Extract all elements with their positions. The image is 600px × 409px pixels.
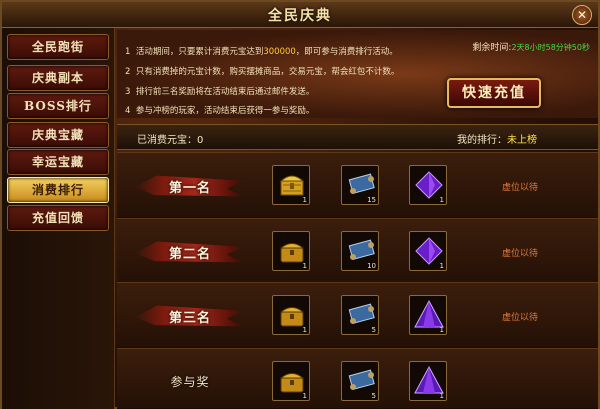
rank-label: 第一名 — [168, 181, 211, 196]
purple-prism-icon[interactable]: 1 — [409, 361, 447, 401]
treasure-chest-icon[interactable]: 1 — [272, 361, 310, 401]
consumed-gold: 已消费元宝：0 — [137, 135, 204, 146]
purple-crystal-icon[interactable]: 1 — [409, 231, 447, 271]
sidebar-item-label: 庆典宝藏 — [31, 128, 84, 142]
sidebar-item-label: BOSS排行 — [24, 99, 92, 113]
rule-line: 3 排行前三名奖励将在活动结束后通过邮件发送。 — [125, 87, 315, 97]
purple-prism-icon[interactable]: 1 — [409, 295, 447, 335]
rank-label: 第二名 — [168, 247, 211, 262]
sidebar-item-label: 充值回馈 — [31, 211, 84, 225]
status-text: 虚位以待 — [502, 313, 539, 323]
title-bar: 全民庆典 ✕ — [2, 2, 598, 28]
rank-label: 参与奖 — [170, 375, 210, 389]
my-rank: 我的排行：未上榜 — [457, 135, 537, 146]
treasure-chest-icon[interactable]: 1 — [272, 231, 310, 271]
status-text: 虚位以待 — [502, 183, 539, 193]
scroll-icon[interactable]: 10 — [341, 231, 379, 271]
sidebar-item-all-run[interactable]: 全民跑街 — [7, 34, 109, 60]
countdown-label: 剩余时间: — [472, 43, 512, 53]
scroll-icon[interactable]: 5 — [341, 295, 379, 335]
rule-line: 2 只有消费掉的元宝计数，购买摆摊商品，交易元宝，帮会红包不计数。 — [125, 67, 400, 77]
rules-panel: 1 活动期间，只要累计消费元宝达到300000，即可参与消费排行活动。 2 只有… — [117, 30, 598, 118]
sidebar: 全民跑街 庆典副本 BOSS排行 庆典宝藏 幸运宝藏 消费排行 充值回馈 — [2, 28, 115, 409]
stats-bar: 已消费元宝：0 我的排行：未上榜 — [117, 124, 598, 150]
reward-row-third: 第三名 1 5 1 虚位以待 — [117, 282, 598, 348]
scroll-icon[interactable]: 5 — [341, 361, 379, 401]
sidebar-item-celebration-treasure[interactable]: 庆典宝藏 — [7, 122, 109, 148]
rule-line: 1 活动期间，只要累计消费元宝达到300000，即可参与消费排行活动。 — [125, 47, 398, 57]
sidebar-item-label: 全民跑街 — [31, 40, 84, 54]
countdown: 剩余时间:2天8小时58分钟50秒 — [472, 40, 590, 53]
sidebar-item-recharge-rewards[interactable]: 充值回馈 — [7, 205, 109, 231]
rule-line: 4 参与冲榜的玩家，活动结束后获得一参与奖励。 — [125, 106, 315, 116]
treasure-chest-icon[interactable]: 1 — [272, 295, 310, 335]
reward-row-second: 第二名 1 10 1 虚位以待 — [117, 218, 598, 284]
sidebar-item-label: 幸运宝藏 — [31, 155, 84, 169]
status-text: 虚位以待 — [502, 249, 539, 259]
sidebar-item-boss-ranking[interactable]: BOSS排行 — [7, 93, 109, 119]
event-window: 全民庆典 ✕ 全民跑街 庆典副本 BOSS排行 庆典宝藏 幸运宝藏 消费排行 充… — [0, 0, 600, 409]
sidebar-item-celebration-dungeon[interactable]: 庆典副本 — [7, 65, 109, 91]
sidebar-item-lucky-treasure[interactable]: 幸运宝藏 — [7, 149, 109, 175]
rank-label: 第三名 — [168, 311, 211, 326]
sidebar-item-label: 庆典副本 — [31, 71, 84, 85]
golden-chest-icon[interactable]: 1 — [272, 165, 310, 205]
sidebar-item-label: 消费排行 — [31, 183, 84, 197]
close-icon[interactable]: ✕ — [572, 5, 592, 25]
reward-row-first: 第一名 1 15 1 虚位以待 — [117, 152, 598, 218]
sidebar-item-consumption-ranking[interactable]: 消费排行 — [7, 177, 109, 203]
countdown-value: 2天8小时58分钟50秒 — [511, 43, 590, 52]
reward-row-participation: 参与奖 1 5 1 — [117, 348, 598, 409]
window-title: 全民庆典 — [268, 8, 332, 24]
quick-recharge-button[interactable]: 快速充值 — [447, 78, 541, 108]
purple-crystal-icon[interactable]: 1 — [409, 165, 447, 205]
scroll-icon[interactable]: 15 — [341, 165, 379, 205]
